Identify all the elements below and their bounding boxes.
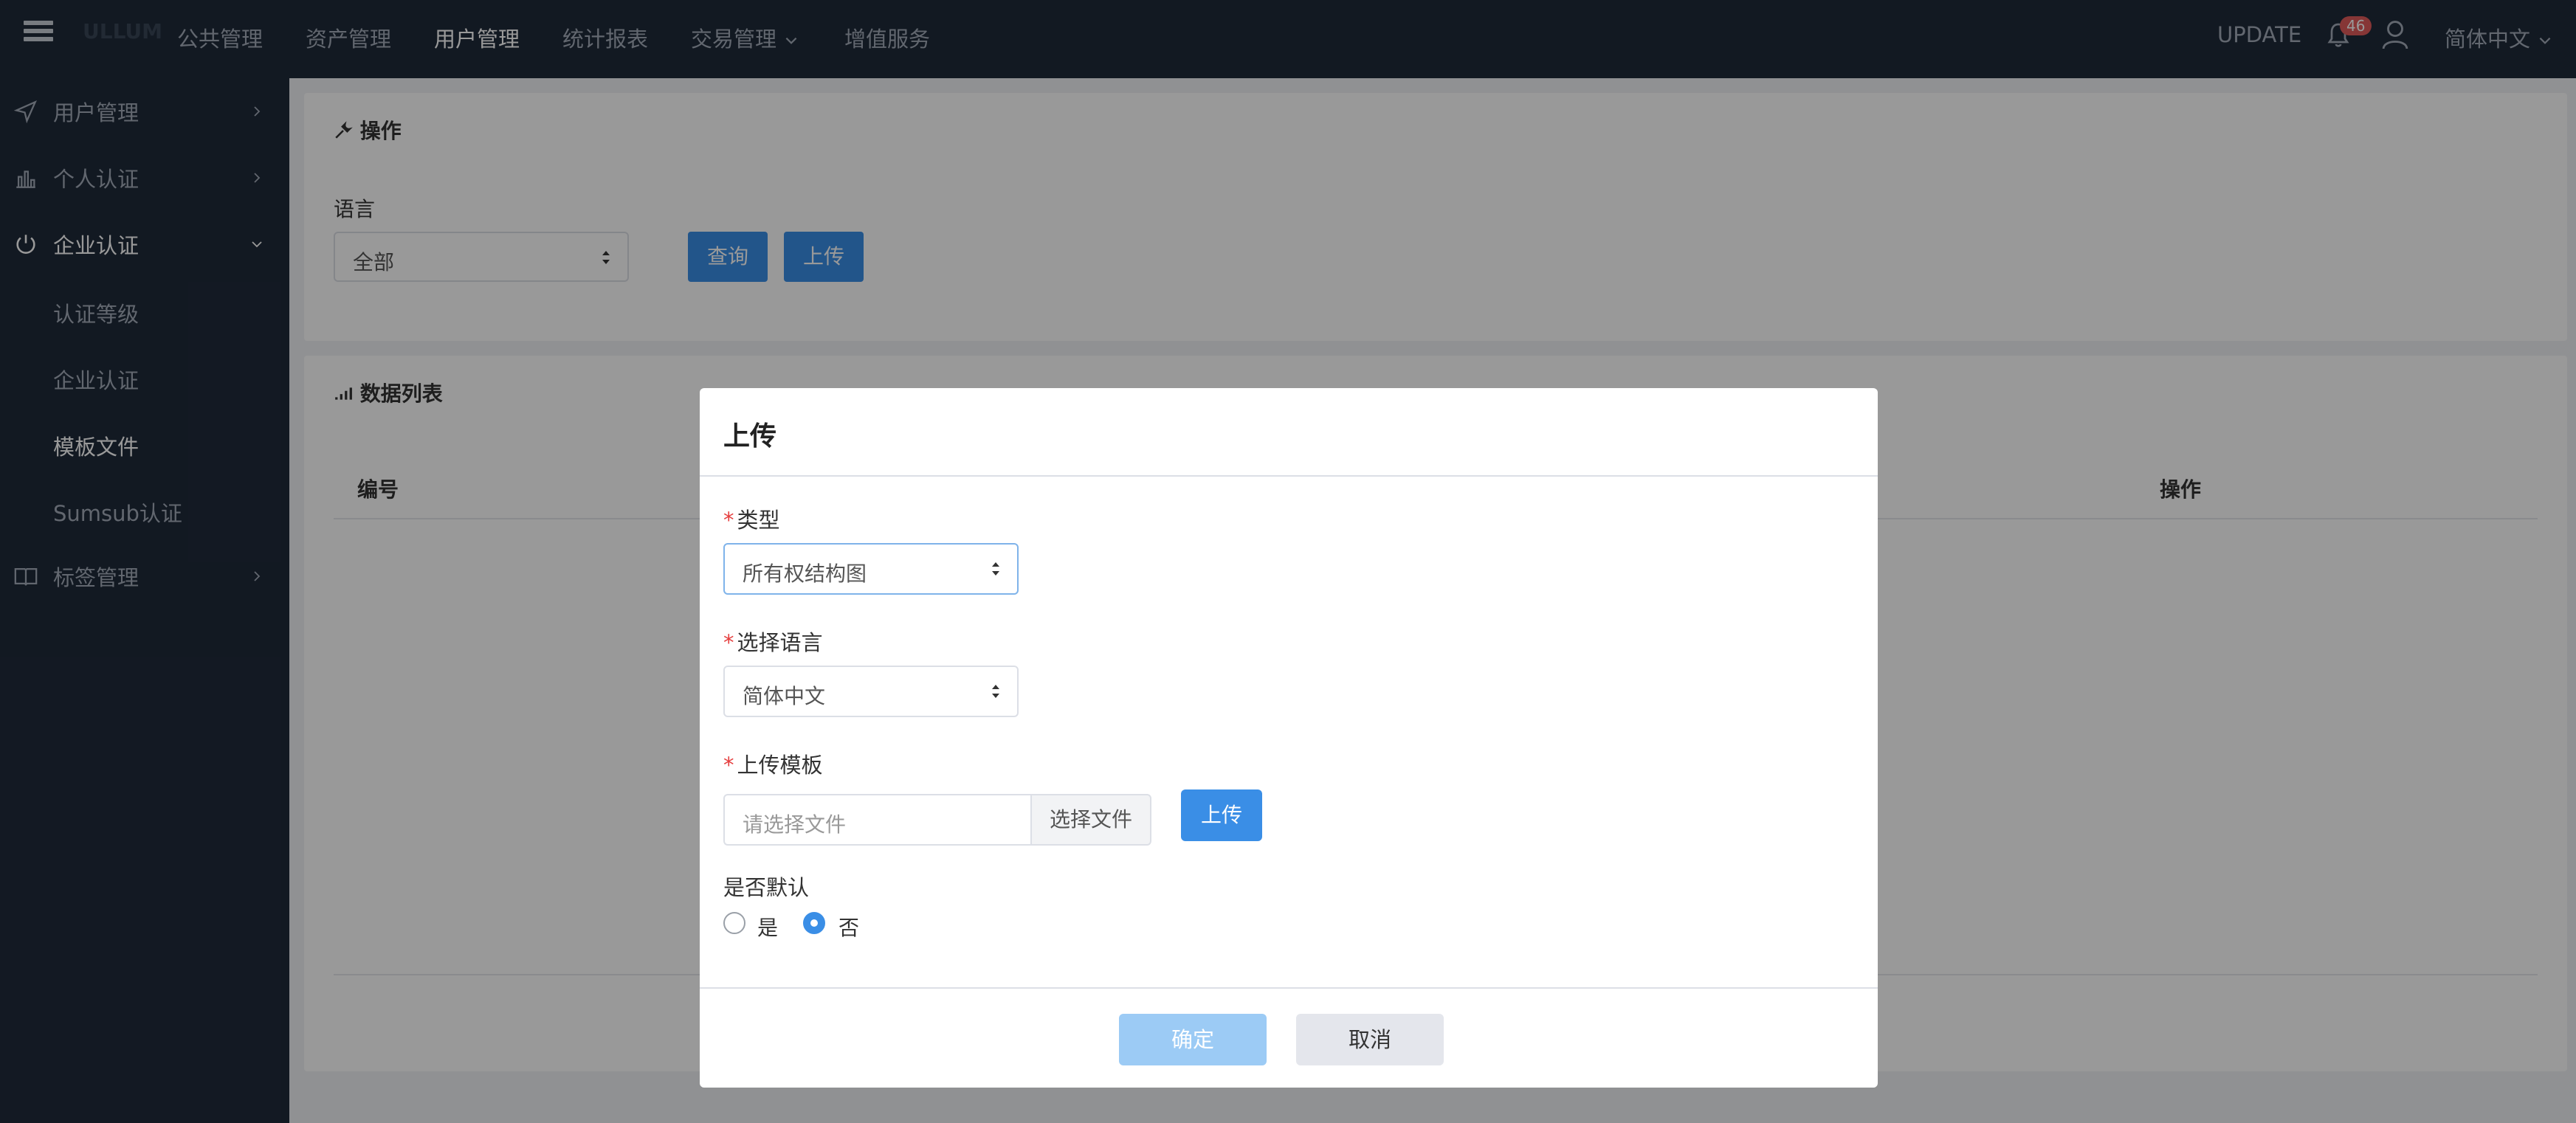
confirm-button[interactable]: 确定	[1119, 1014, 1267, 1065]
radio-yes-label: 是	[757, 916, 779, 940]
upload-button[interactable]: 上传	[1181, 789, 1262, 841]
language-select[interactable]: 简体中文	[723, 666, 1019, 717]
type-field-label-text: 类型	[737, 508, 780, 533]
modal-footer-divider	[700, 987, 1878, 989]
radio-default-yes[interactable]	[723, 912, 745, 934]
language-select-value: 简体中文	[743, 684, 826, 708]
language-field-label-text: 选择语言	[737, 630, 823, 655]
select-caret-icon	[992, 562, 999, 576]
cancel-button[interactable]: 取消	[1296, 1014, 1444, 1065]
select-caret-icon	[992, 685, 999, 698]
type-select[interactable]: 所有权结构图	[723, 543, 1019, 595]
choose-file-button[interactable]: 选择文件	[1030, 794, 1151, 846]
template-field-label: * 上传模板	[723, 753, 823, 778]
file-path-input[interactable]: 请选择文件	[723, 794, 1032, 846]
modal-header-divider	[700, 475, 1878, 477]
language-field-label: * 选择语言	[723, 630, 823, 655]
type-field-label: * 类型	[723, 508, 780, 533]
default-field-label: 是否默认	[723, 875, 810, 900]
template-field-label-text: 上传模板	[737, 753, 823, 778]
radio-no-label: 否	[838, 916, 860, 940]
radio-default-no[interactable]	[803, 912, 825, 934]
modal-title: 上传	[723, 421, 777, 452]
type-select-value: 所有权结构图	[743, 562, 867, 586]
upload-modal: 上传 * 类型 所有权结构图 * 选择语言 简体中文 * 上传模板 请选择文件 选择文…	[700, 388, 1878, 1088]
